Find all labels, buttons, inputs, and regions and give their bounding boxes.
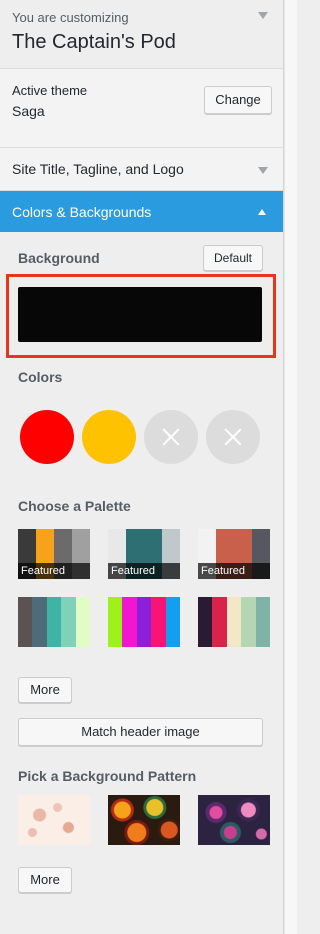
palette-color-stripe: [198, 597, 213, 647]
palette-color-stripe: [212, 597, 227, 647]
color-swatch[interactable]: [82, 410, 136, 464]
colors-heading: Colors: [18, 369, 63, 385]
section-site-title-label: Site Title, Tagline, and Logo: [12, 161, 184, 177]
empty-color-swatch[interactable]: [144, 410, 198, 464]
active-theme-section: Active theme Saga Change: [0, 69, 283, 148]
palette-option[interactable]: Featured: [18, 529, 90, 579]
scrollbar[interactable]: [284, 0, 297, 934]
pattern-option-kaleidoscope[interactable]: [198, 795, 270, 845]
palette-color-stripe: [165, 597, 180, 647]
change-theme-button[interactable]: Change: [204, 86, 272, 114]
palette-color-stripe: [241, 597, 256, 647]
chevron-down-icon[interactable]: [258, 12, 268, 19]
customizing-label: You are customizing: [12, 10, 129, 25]
palette-option[interactable]: [198, 597, 270, 647]
pattern-option-floral-swirl[interactable]: [18, 795, 90, 845]
palette-color-stripe: [75, 597, 90, 647]
chevron-up-icon: [258, 209, 266, 215]
pattern-option-stained-glass-orbs[interactable]: [108, 795, 180, 845]
palette-color-stripe: [122, 597, 137, 647]
palette-color-stripe: [32, 597, 47, 647]
section-colors-label: Colors & Backgrounds: [12, 204, 152, 220]
palette-color-stripe: [151, 597, 166, 647]
palette-option[interactable]: Featured: [198, 529, 270, 579]
palette-color-stripe: [108, 597, 123, 647]
match-header-image-button[interactable]: Match header image: [18, 718, 263, 746]
color-swatch[interactable]: [20, 410, 74, 464]
background-color-swatch[interactable]: [18, 287, 262, 342]
section-site-title[interactable]: Site Title, Tagline, and Logo: [0, 148, 283, 191]
pattern-heading: Pick a Background Pattern: [18, 768, 197, 784]
featured-label: Featured: [18, 563, 90, 579]
customizer-header[interactable]: You are customizing The Captain's Pod: [0, 0, 283, 69]
site-name: The Captain's Pod: [12, 31, 176, 53]
palette-color-stripe: [255, 597, 270, 647]
customizer-panel: You are customizing The Captain's Pod Ac…: [0, 0, 284, 934]
section-colors-backgrounds[interactable]: Colors & Backgrounds: [0, 191, 283, 232]
featured-label: Featured: [198, 563, 270, 579]
chevron-down-icon: [258, 167, 268, 174]
palette-color-stripe: [18, 597, 33, 647]
active-theme-name: Saga: [12, 103, 45, 119]
active-theme-label: Active theme: [12, 83, 88, 98]
palette-color-stripe: [136, 597, 152, 647]
palette-color-stripe: [46, 597, 62, 647]
palette-option[interactable]: [108, 597, 180, 647]
palette-heading: Choose a Palette: [18, 498, 131, 514]
background-heading: Background: [18, 250, 100, 266]
palette-color-stripe: [61, 597, 76, 647]
palette-option[interactable]: Featured: [108, 529, 180, 579]
empty-color-swatch[interactable]: [206, 410, 260, 464]
pattern-more-button[interactable]: More: [18, 867, 72, 893]
palette-color-stripe: [226, 597, 242, 647]
default-button[interactable]: Default: [203, 245, 263, 271]
palette-option[interactable]: [18, 597, 90, 647]
featured-label: Featured: [108, 563, 180, 579]
palette-more-button[interactable]: More: [18, 677, 72, 703]
